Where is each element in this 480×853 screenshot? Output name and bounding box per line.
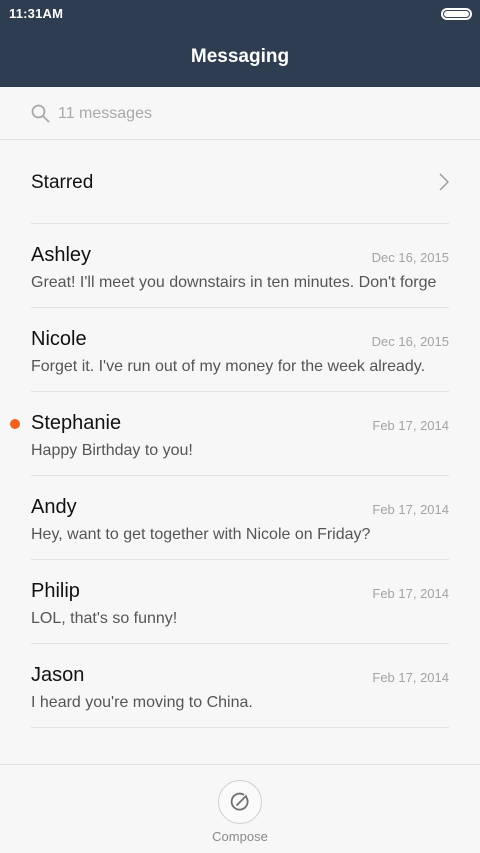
message-preview: Great! I'll meet you downstairs in ten m… (31, 274, 437, 291)
conversation-row-ashley[interactable]: Ashley Dec 16, 2015 Great! I'll meet you… (31, 224, 449, 308)
search-icon (31, 104, 50, 123)
message-date: Dec 16, 2015 (371, 334, 449, 349)
contact-name: Philip (31, 580, 80, 602)
message-date: Feb 17, 2014 (372, 502, 449, 517)
compose-label[interactable]: Compose (0, 829, 480, 844)
compose-icon (230, 792, 249, 811)
header: 11:31AM Messaging (0, 0, 480, 87)
contact-name: Andy (31, 496, 77, 518)
compose-button[interactable] (218, 780, 262, 824)
message-preview: I heard you're moving to China. (31, 694, 253, 711)
message-date: Feb 17, 2014 (372, 418, 449, 433)
messaging-screen: 11:31AM Messaging 11 messages Starred As… (0, 0, 480, 853)
conversation-row-philip[interactable]: Philip Feb 17, 2014 LOL, that's so funny… (31, 560, 449, 644)
message-preview: Forget it. I've run out of my money for … (31, 358, 426, 375)
status-time: 11:31AM (9, 6, 64, 21)
message-date: Feb 17, 2014 (372, 670, 449, 685)
conversation-row-andy[interactable]: Andy Feb 17, 2014 Hey, want to get toget… (31, 476, 449, 560)
battery-icon (441, 8, 472, 20)
search-placeholder: 11 messages (58, 105, 152, 122)
contact-name: Stephanie (31, 412, 122, 434)
message-date: Feb 17, 2014 (372, 586, 449, 601)
unread-indicator (10, 419, 20, 429)
message-preview: LOL, that's so funny! (31, 610, 178, 627)
conversation-row-jason[interactable]: Jason Feb 17, 2014 I heard you're moving… (31, 644, 449, 728)
page-title: Messaging (190, 46, 290, 67)
search-bar[interactable]: 11 messages (0, 87, 480, 140)
bottom-bar: Compose (0, 764, 480, 853)
conversation-row-nicole[interactable]: Nicole Dec 16, 2015 Forget it. I've run … (31, 308, 449, 392)
message-preview: Happy Birthday to you! (31, 442, 193, 459)
starred-label: Starred (31, 172, 94, 193)
contact-name: Ashley (31, 244, 92, 266)
chevron-right-icon (439, 173, 449, 191)
conversation-row-stephanie[interactable]: Stephanie Feb 17, 2014 Happy Birthday to… (10, 392, 449, 476)
contact-name: Nicole (31, 328, 87, 350)
contact-name: Jason (31, 664, 85, 686)
starred-row[interactable]: Starred (31, 140, 449, 224)
conversation-list: Starred Ashley Dec 16, 2015 Great! I'll … (0, 140, 480, 728)
message-date: Dec 16, 2015 (371, 250, 449, 265)
message-preview: Hey, want to get together with Nicole on… (31, 526, 371, 543)
